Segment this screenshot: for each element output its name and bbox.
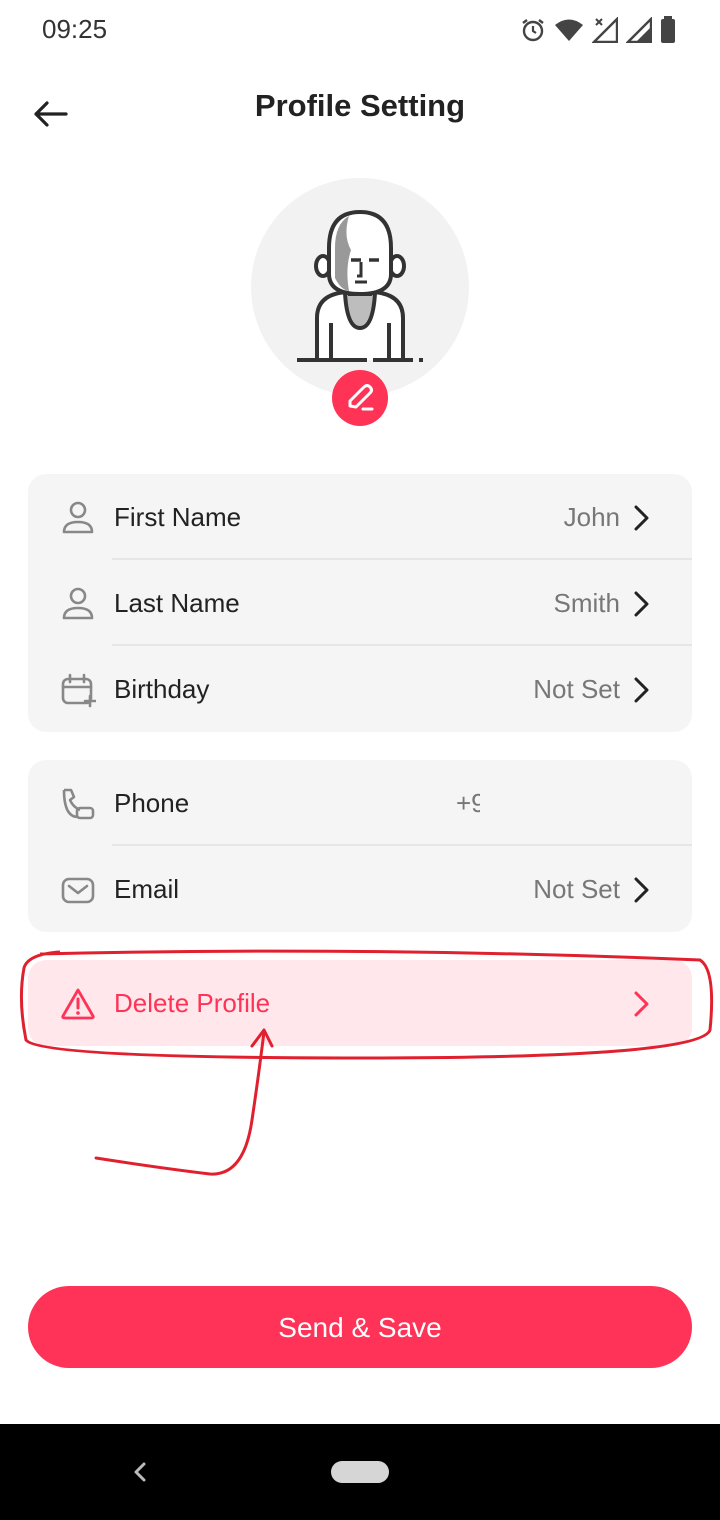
alarm-icon (522, 19, 544, 42)
signal-icon (626, 17, 652, 43)
user-icon (62, 587, 94, 620)
wifi-icon (555, 19, 583, 41)
email-value: Not Set (533, 874, 620, 904)
first-name-value: John (563, 502, 620, 532)
warning-icon (61, 988, 95, 1020)
nav-home-pill[interactable] (331, 1461, 389, 1483)
phone-label: Phone (114, 788, 190, 818)
chevron-right-icon (634, 591, 649, 617)
first-name-label: First Name (114, 502, 242, 532)
page-title: Profile Setting (254, 88, 466, 123)
phone-icon (62, 788, 95, 820)
status-time: 09:25 (42, 14, 108, 44)
mail-icon (61, 877, 95, 904)
delete-profile-label: Delete Profile (114, 988, 271, 1018)
birthday-label: Birthday (114, 674, 210, 704)
email-row[interactable]: Email Not Set (28, 846, 692, 932)
last-name-label: Last Name (114, 588, 240, 618)
battery-icon (661, 16, 675, 43)
first-name-row[interactable]: First Name John (28, 474, 692, 560)
status-icons (520, 16, 676, 44)
personal-info-card: First Name John Last Name Smith Birthday… (28, 474, 692, 732)
chevron-right-icon (634, 877, 649, 903)
chevron-right-icon (634, 505, 649, 531)
last-name-row[interactable]: Last Name Smith (28, 560, 692, 646)
calendar-add-icon (61, 673, 96, 708)
nav-back-icon[interactable] (128, 1458, 152, 1486)
edit-avatar-button[interactable] (332, 370, 388, 426)
avatar[interactable] (251, 178, 469, 396)
phone-row[interactable]: Phone +9 (28, 760, 692, 846)
email-label: Email (114, 874, 180, 904)
chevron-right-icon (634, 677, 649, 703)
birthday-value: Not Set (533, 674, 620, 704)
send-save-button[interactable]: Send & Save (28, 1286, 692, 1368)
delete-profile-row[interactable]: Delete Profile (28, 960, 692, 1046)
chevron-right-icon (634, 991, 649, 1017)
signal-x-icon (592, 17, 618, 43)
user-icon (62, 501, 94, 534)
birthday-row[interactable]: Birthday Not Set (28, 646, 692, 732)
person-illustration-icon (297, 209, 423, 362)
contact-info-card: Phone +9 Email Not Set (28, 760, 692, 932)
pencil-icon (348, 384, 374, 411)
phone-value: +9 (456, 788, 480, 818)
last-name-value: Smith (553, 588, 620, 618)
